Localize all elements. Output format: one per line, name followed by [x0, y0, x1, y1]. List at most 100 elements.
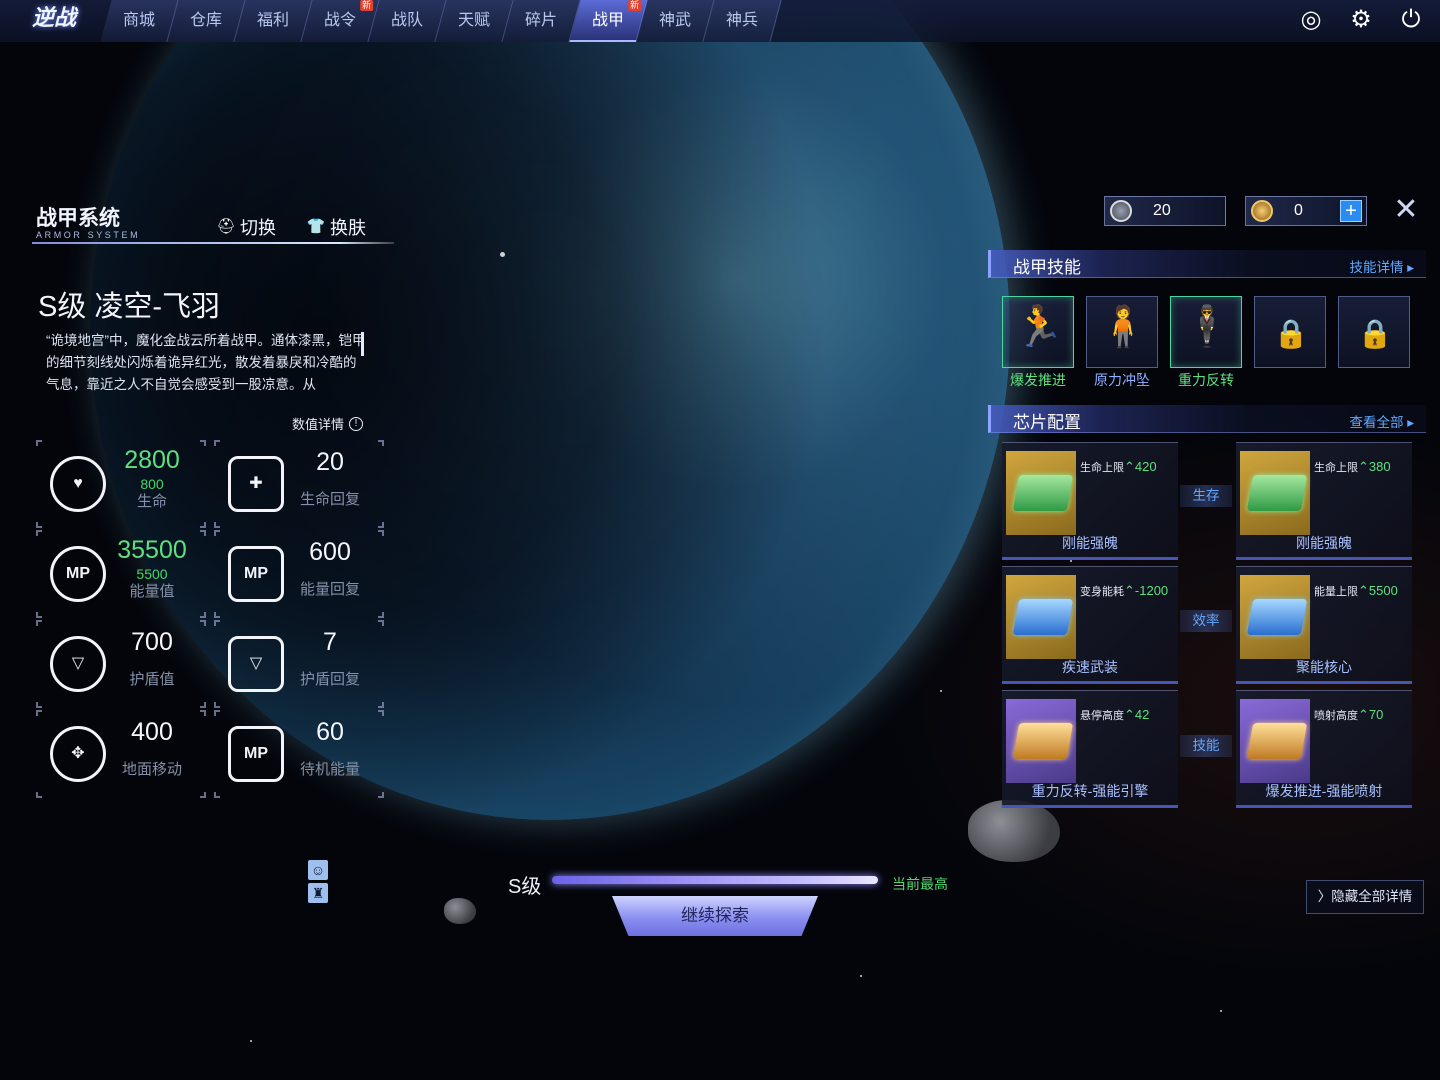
switch-button[interactable]: ⛑ 切换: [216, 214, 276, 240]
description-scrollbar[interactable]: [361, 332, 364, 356]
chip-card[interactable]: 生命上限⌃420 刚能强魄: [1002, 442, 1178, 560]
chip-card[interactable]: 喷射高度⌃70 爆发推进-强能喷射: [1236, 690, 1412, 808]
skin-button[interactable]: 👕 换肤: [306, 214, 366, 240]
stat-details-link[interactable]: 数值详情 !: [292, 414, 364, 433]
title-divider: [32, 242, 394, 244]
figure-icon[interactable]: ♜: [308, 883, 328, 903]
nav-tab[interactable]: 战令新: [301, 0, 380, 42]
grade-best-label: 当前最高: [892, 876, 948, 892]
view-all-link[interactable]: 查看全部 ▸: [1349, 411, 1414, 431]
power-icon[interactable]: ⏻: [1396, 5, 1426, 35]
chip-stat: 喷射高度⌃70: [1314, 707, 1383, 723]
chip-card[interactable]: 变身能耗⌃-1200 疾速武装: [1002, 566, 1178, 684]
stat-label: 生命回复: [299, 491, 360, 508]
chip-stat: 能量上限⌃5500: [1314, 583, 1398, 599]
shield-icon: ▽: [50, 636, 106, 692]
chip-stat-value: 380: [1368, 459, 1391, 474]
locked-skill-slot[interactable]: 🔒: [1254, 296, 1326, 368]
switch-label: 切换: [240, 218, 276, 238]
stat-label: 生命: [136, 493, 167, 510]
grade-progress-bar: [552, 876, 878, 884]
asteroid: [444, 898, 476, 924]
side-tools: ☺ ♜: [308, 860, 328, 906]
locked-skill-slot[interactable]: 🔒: [1338, 296, 1410, 368]
skill-name: 原力冲坠: [1094, 372, 1150, 388]
nav-tab-label: 神武: [658, 12, 691, 29]
nav-tab-label: 神兵: [725, 12, 758, 29]
star: [500, 252, 505, 257]
chip-name: 刚能强魄: [1296, 535, 1352, 551]
chip-card[interactable]: 能量上限⌃5500 聚能核心: [1236, 566, 1412, 684]
stat-value: 35500: [117, 536, 187, 564]
skill-figure-icon: 🕴: [1182, 305, 1232, 349]
continue-explore-button[interactable]: 继续探索: [612, 896, 818, 936]
nav-tab[interactable]: 战队: [368, 0, 447, 42]
chip-stat-name: 能量上限: [1314, 586, 1358, 598]
chevron-up-icon: ⌃: [1358, 459, 1369, 474]
chip-stat-name: 喷射高度: [1314, 710, 1358, 722]
add-gold-button[interactable]: +: [1340, 200, 1362, 222]
nav-tab-label: 战甲: [591, 12, 624, 29]
corner-mark: [214, 620, 220, 626]
corner-mark: [36, 612, 42, 618]
corner-mark: [378, 440, 384, 446]
hide-all-details-button[interactable]: 〉隐藏全部详情: [1306, 880, 1424, 914]
star: [1220, 1010, 1222, 1012]
nav-tab-label: 战令: [323, 12, 356, 29]
nav-tab[interactable]: 神武: [636, 0, 715, 42]
chip-group-survival: 生存: [1180, 485, 1232, 507]
chip-card[interactable]: 生命上限⌃380 刚能强魄: [1236, 442, 1412, 560]
chip-art: [1006, 451, 1076, 535]
suit-name: S级 凌空-飞羽: [38, 291, 221, 323]
corner-mark: [378, 710, 384, 716]
target-icon[interactable]: ◎: [1296, 5, 1326, 35]
stat-value: 2800: [124, 446, 180, 474]
nav-tab-label: 仓库: [189, 12, 222, 29]
smile-icon[interactable]: ☺: [308, 860, 328, 880]
corner-mark: [200, 702, 206, 708]
skill-details-label: 技能详情: [1349, 260, 1404, 275]
nav-tab[interactable]: 碎片: [502, 0, 581, 42]
skill-details-link[interactable]: 技能详情 ▸: [1349, 256, 1414, 276]
corner-mark: [378, 522, 384, 528]
corner-mark: [200, 440, 206, 446]
stat-cell: MP 35500 5500 能量值: [36, 530, 206, 618]
nav-tab[interactable]: 神兵: [703, 0, 782, 42]
stat-cell: ✥ 400 地面移动: [36, 710, 206, 798]
grade-label: S级: [508, 876, 542, 898]
nav-tab[interactable]: 天赋: [435, 0, 514, 42]
chip-stat: 悬停高度⌃42: [1080, 707, 1149, 723]
armor-skills-header: 战甲技能 技能详情 ▸: [988, 250, 1426, 278]
chip-art: [1240, 575, 1310, 659]
game-logo: 逆战: [32, 5, 77, 30]
stat-cell: MP 60 待机能量: [214, 710, 384, 798]
corner-mark: [214, 702, 220, 708]
star: [1070, 560, 1072, 562]
skill-slot[interactable]: 🕴: [1170, 296, 1242, 368]
nav-tab[interactable]: 仓库: [167, 0, 246, 42]
shield-regen-icon: ▽: [228, 636, 284, 692]
nav-tab[interactable]: 战甲新: [569, 0, 648, 42]
chip-card[interactable]: 悬停高度⌃42 重力反转-强能引擎: [1002, 690, 1178, 808]
chip-stat: 变身能耗⌃-1200: [1080, 583, 1168, 599]
helmet-icon: ⛑: [216, 218, 236, 235]
shirt-icon: 👕: [306, 218, 326, 235]
gear-icon[interactable]: ⚙: [1346, 5, 1376, 35]
stat-value: 400: [131, 718, 173, 746]
chip-gem-icon: [1012, 475, 1074, 511]
chevron-up-icon: ⌃: [1358, 707, 1369, 722]
corner-mark: [214, 710, 220, 716]
nav-tab[interactable]: 福利: [234, 0, 313, 42]
nav-tab-label: 天赋: [457, 12, 490, 29]
stat-value: 60: [316, 718, 344, 746]
corner-mark: [200, 522, 206, 528]
skill-slot[interactable]: 🧍: [1086, 296, 1158, 368]
close-button[interactable]: ✕: [1392, 195, 1420, 226]
chip-group-efficiency: 效率: [1180, 610, 1232, 632]
corner-mark: [200, 710, 206, 716]
chip-art: [1240, 451, 1310, 535]
nav-tab[interactable]: 商城: [100, 0, 179, 42]
chip-name: 爆发推进-强能喷射: [1265, 783, 1383, 799]
chevron-up-icon: ⌃: [1124, 459, 1135, 474]
skill-slot[interactable]: 🏃: [1002, 296, 1074, 368]
